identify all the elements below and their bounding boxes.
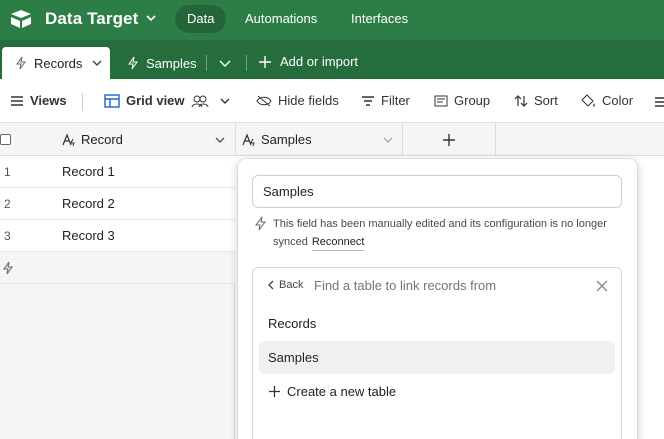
- hide-fields-button[interactable]: Hide fields: [256, 93, 339, 108]
- paint-bucket-icon: [581, 93, 595, 107]
- table-option-records[interactable]: Records: [259, 307, 615, 340]
- cell-record[interactable]: Record 3: [62, 228, 115, 243]
- tab-label: Samples: [146, 55, 197, 71]
- tab-divider: [206, 55, 207, 71]
- column-divider: [235, 123, 236, 156]
- filter-label: Filter: [381, 93, 410, 108]
- close-icon[interactable]: [596, 280, 608, 292]
- row-number: 2: [4, 197, 11, 211]
- grid-header: Record Samples: [0, 123, 664, 156]
- bolt-icon: [255, 216, 266, 231]
- tab-records[interactable]: Records: [2, 47, 110, 79]
- bolt-icon: [16, 56, 26, 70]
- nav-interfaces[interactable]: Interfaces: [339, 5, 420, 33]
- chevron-down-icon[interactable]: [214, 55, 236, 71]
- add-or-import-button[interactable]: Add or import: [258, 54, 358, 69]
- tab-samples[interactable]: Samples: [118, 47, 208, 79]
- bolt-icon: [128, 56, 138, 70]
- field-name-input[interactable]: [252, 175, 622, 208]
- back-label: Back: [279, 279, 304, 291]
- top-bar: Data Target Data Automations Interfaces: [0, 0, 664, 40]
- sort-button[interactable]: Sort: [514, 93, 558, 108]
- plus-icon: [259, 55, 271, 68]
- plus-icon: [269, 386, 280, 397]
- notice-text: This field has been manually edited and …: [273, 218, 607, 230]
- table-row[interactable]: 3 Record 3: [0, 220, 235, 252]
- grid-view-button[interactable]: Grid view: [104, 93, 231, 108]
- toolbar-divider: [82, 93, 83, 111]
- hide-fields-label: Hide fields: [278, 93, 339, 108]
- chevron-left-icon: [268, 280, 274, 290]
- chevron-down-icon[interactable]: [215, 136, 225, 144]
- notice-text: synced: [273, 236, 308, 248]
- create-new-table-button[interactable]: Create a new table: [259, 375, 615, 408]
- nav-data[interactable]: Data: [175, 5, 227, 33]
- chevron-down-icon[interactable]: [146, 14, 156, 22]
- column-label: Samples: [261, 132, 312, 147]
- add-field-plus-icon[interactable]: [442, 133, 456, 147]
- chevron-down-icon[interactable]: [383, 136, 393, 144]
- tab-label: Records: [34, 55, 83, 71]
- column-divider: [495, 123, 496, 156]
- reconnect-link[interactable]: Reconnect: [311, 236, 365, 251]
- view-toolbar: Views Grid view Hide fields Filter Group…: [0, 79, 664, 123]
- group-label: Group: [454, 93, 491, 108]
- base-title[interactable]: Data Target: [45, 9, 138, 29]
- tab-divider: [246, 55, 247, 71]
- row-height-icon[interactable]: [655, 96, 664, 108]
- cell-record[interactable]: Record 2: [62, 196, 115, 211]
- nav-automations[interactable]: Automations: [233, 5, 329, 33]
- add-import-label: Add or import: [280, 54, 359, 69]
- select-all-checkbox[interactable]: [0, 123, 14, 156]
- filter-button[interactable]: Filter: [361, 93, 410, 108]
- formula-icon: [242, 132, 255, 146]
- back-button[interactable]: Back: [267, 279, 303, 291]
- field-config-popup: This field has been manually edited and …: [238, 159, 637, 439]
- views-label: Views: [30, 93, 67, 108]
- create-label: Create a new table: [287, 384, 397, 399]
- column-header-samples[interactable]: Samples: [242, 123, 312, 156]
- filter-icon: [362, 95, 374, 106]
- group-icon: [434, 95, 448, 106]
- row-number: 3: [4, 229, 11, 243]
- sort-icon: [514, 94, 528, 107]
- table-row[interactable]: 2 Record 2: [0, 188, 235, 220]
- sort-label: Sort: [534, 93, 558, 108]
- views-button[interactable]: Views: [10, 93, 67, 108]
- table-picker: Back Records Samples Create a new table: [252, 267, 622, 439]
- color-label: Color: [602, 93, 634, 108]
- cell-record[interactable]: Record 1: [62, 164, 115, 179]
- bolt-icon: [3, 261, 13, 275]
- column-header-record[interactable]: Record: [62, 123, 123, 156]
- chevron-down-icon[interactable]: [219, 97, 231, 105]
- color-button[interactable]: Color: [580, 93, 633, 108]
- add-row[interactable]: [0, 252, 235, 284]
- group-button[interactable]: Group: [434, 93, 490, 108]
- grid-view-label: Grid view: [126, 93, 185, 108]
- grid-icon: [104, 93, 120, 108]
- notice-text-line2: synced Reconnect: [273, 233, 365, 251]
- column-divider: [402, 123, 403, 156]
- row-number: 1: [4, 165, 11, 179]
- column-label: Record: [81, 132, 123, 147]
- table-tab-bar: Records Samples Add or import: [0, 40, 664, 79]
- hamburger-icon: [11, 95, 23, 106]
- people-icon: [191, 95, 209, 107]
- formula-icon: [62, 132, 75, 146]
- chevron-down-icon[interactable]: [92, 59, 102, 67]
- table-option-samples[interactable]: Samples: [259, 341, 615, 374]
- base-logo-icon[interactable]: [9, 9, 33, 29]
- table-search-input[interactable]: [314, 278, 574, 293]
- table-row[interactable]: 1 Record 1: [0, 156, 235, 188]
- eye-hidden-icon: [256, 95, 272, 106]
